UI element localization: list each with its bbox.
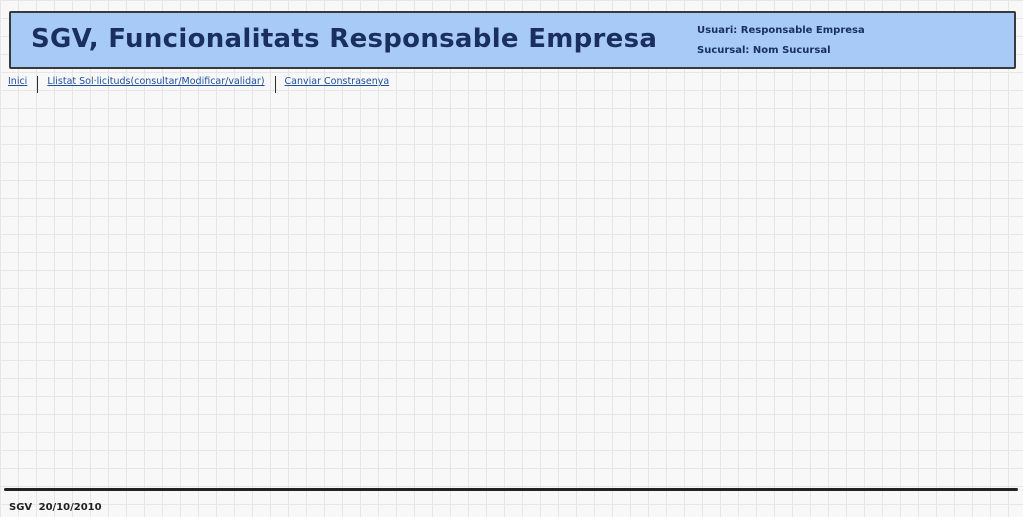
user-value: Responsable Empresa <box>740 25 865 36</box>
footer-divider <box>4 488 1018 491</box>
main-nav: Inici Llistat Sol·licituds(consultar/Mod… <box>8 76 389 96</box>
user-label: Usuari: <box>697 25 738 36</box>
page: SGV, Funcionalitats Responsable Empresa … <box>0 0 1023 517</box>
branch-value: Nom Sucursal <box>752 45 831 56</box>
nav-divider <box>37 76 39 93</box>
branch-line: Sucursal: Nom Sucursal <box>697 41 865 61</box>
header-banner: SGV, Funcionalitats Responsable Empresa … <box>9 11 1016 69</box>
page-title: SGV, Funcionalitats Responsable Empresa <box>31 24 658 54</box>
branch-label: Sucursal: <box>697 45 750 56</box>
user-line: Usuari: Responsable Empresa <box>697 21 865 41</box>
nav-link-canviar-contrasenya[interactable]: Canviar Constrasenya <box>285 76 390 88</box>
footer-text: SGV 20/10/2010 <box>9 502 102 513</box>
nav-divider <box>274 76 276 93</box>
nav-link-inici[interactable]: Inici <box>8 76 27 88</box>
nav-link-llistat-sollicituds[interactable]: Llistat Sol·licituds(consultar/Modificar… <box>47 76 264 88</box>
user-info: Usuari: Responsable Empresa Sucursal: No… <box>697 21 865 61</box>
